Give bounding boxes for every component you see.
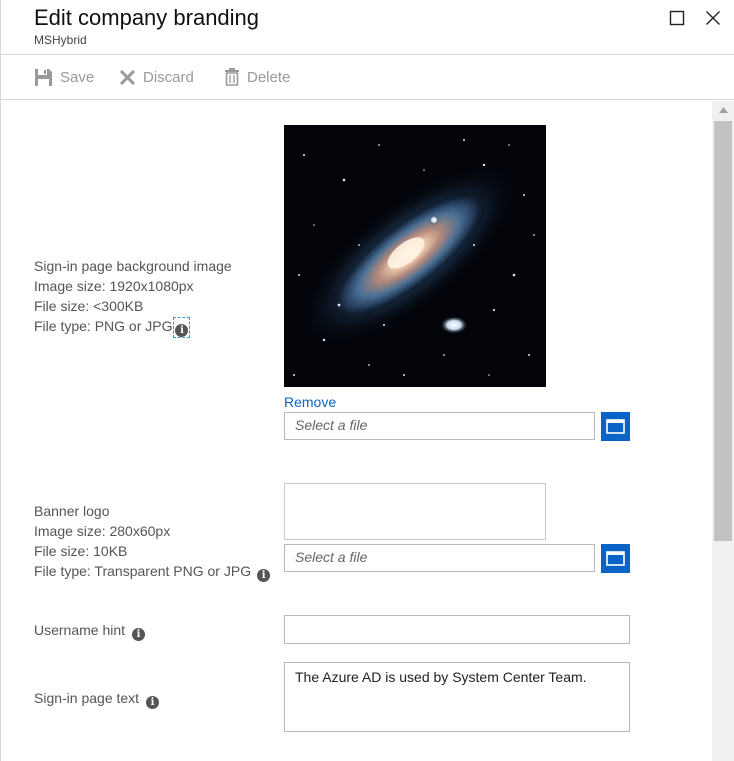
close-button[interactable] bbox=[701, 6, 725, 30]
background-file-type-row: File type: PNG or JPG i bbox=[34, 316, 232, 338]
save-icon bbox=[35, 68, 52, 86]
background-image-title: Sign-in page background image bbox=[34, 258, 232, 274]
branding-form: Sign-in page background image Image size… bbox=[1, 101, 711, 761]
trash-icon bbox=[225, 68, 239, 86]
background-file-input[interactable]: Select a file bbox=[284, 412, 595, 440]
maximize-icon bbox=[669, 10, 685, 26]
background-image-label: Sign-in page background image Image size… bbox=[34, 256, 232, 338]
discard-label: Discard bbox=[143, 68, 194, 86]
background-image-preview bbox=[284, 125, 546, 387]
scroll-up-button[interactable] bbox=[712, 101, 734, 118]
banner-logo-size: Image size: 280x60px bbox=[34, 523, 171, 539]
banner-file-type: File type: Transparent PNG or JPG bbox=[34, 563, 252, 579]
background-browse-button[interactable] bbox=[601, 412, 630, 441]
blade-header: Edit company branding MSHybrid bbox=[1, 0, 734, 55]
signin-text-textarea[interactable]: The Azure AD is used by System Center Te… bbox=[284, 662, 630, 732]
signin-text-label-row: Sign-in page text i bbox=[34, 688, 160, 709]
vertical-scrollbar[interactable] bbox=[712, 101, 734, 761]
background-file-size: File size: <300KB bbox=[34, 298, 144, 314]
signin-text-label: Sign-in page text bbox=[34, 690, 140, 706]
save-button[interactable]: Save bbox=[34, 65, 94, 89]
banner-logo-label: Banner logo Image size: 280x60px File si… bbox=[34, 501, 271, 582]
banner-logo-title: Banner logo bbox=[34, 503, 110, 519]
maximize-button[interactable] bbox=[665, 6, 689, 30]
info-focus-ring[interactable]: i bbox=[173, 317, 191, 338]
delete-label: Delete bbox=[247, 68, 291, 86]
scroll-thumb[interactable] bbox=[714, 121, 732, 541]
page-subtitle: MSHybrid bbox=[34, 33, 87, 47]
username-hint-label: Username hint bbox=[34, 622, 126, 638]
close-icon bbox=[706, 11, 720, 25]
discard-button[interactable]: Discard bbox=[119, 65, 194, 89]
background-image-size: Image size: 1920x1080px bbox=[34, 278, 194, 294]
remove-background-link[interactable]: Remove bbox=[284, 394, 336, 410]
chevron-up-icon bbox=[719, 106, 728, 113]
banner-file-type-row: File type: Transparent PNG or JPG i bbox=[34, 561, 271, 582]
username-hint-label-row: Username hint i bbox=[34, 620, 146, 641]
banner-file-input[interactable]: Select a file bbox=[284, 544, 595, 572]
banner-logo-preview bbox=[284, 483, 546, 540]
folder-icon bbox=[606, 551, 625, 566]
save-label: Save bbox=[60, 68, 95, 86]
username-hint-input[interactable] bbox=[284, 615, 630, 644]
info-icon[interactable]: i bbox=[132, 628, 146, 641]
page-title: Edit company branding bbox=[34, 5, 260, 30]
delete-button[interactable]: Delete bbox=[224, 65, 290, 89]
info-icon[interactable]: i bbox=[146, 696, 160, 709]
banner-browse-button[interactable] bbox=[601, 544, 630, 573]
discard-icon bbox=[119, 69, 136, 85]
banner-file-size: File size: 10KB bbox=[34, 543, 128, 559]
galaxy-image bbox=[284, 125, 546, 387]
info-icon[interactable]: i bbox=[257, 569, 271, 582]
edit-branding-blade: Edit company branding MSHybrid Save Disc… bbox=[0, 0, 734, 761]
folder-icon bbox=[606, 419, 625, 434]
info-icon: i bbox=[175, 324, 189, 337]
background-file-type: File type: PNG or JPG bbox=[34, 318, 173, 334]
command-bar: Save Discard Delete bbox=[1, 55, 734, 100]
